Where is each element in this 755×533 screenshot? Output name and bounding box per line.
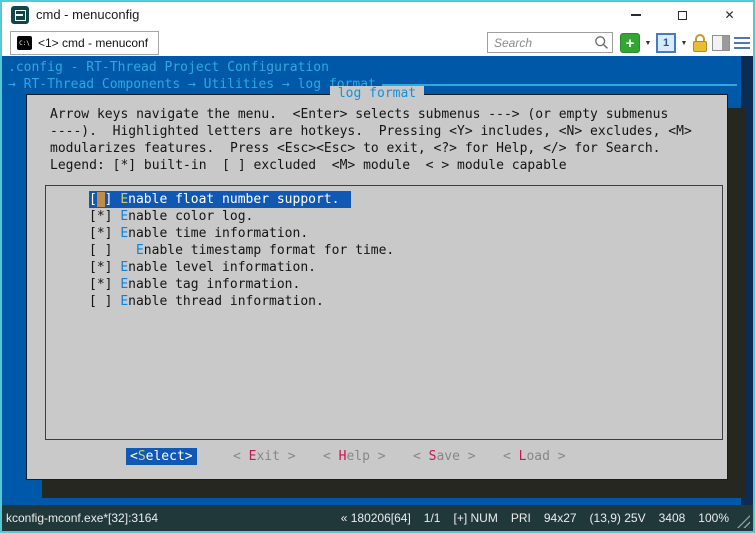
minimize-button[interactable] bbox=[612, 2, 659, 28]
minimize-icon bbox=[631, 14, 641, 16]
menu-item[interactable]: [*] Enable tag information. bbox=[46, 276, 722, 293]
exit-button[interactable]: < Exit > bbox=[229, 448, 300, 465]
help-line: Legend: [*] built-in [ ] excluded <M> mo… bbox=[50, 157, 692, 174]
title-bar: cmd - menuconfig ✕ bbox=[2, 2, 753, 28]
new-console-button[interactable]: + bbox=[620, 33, 640, 53]
dialog-title: log format bbox=[330, 86, 424, 101]
status-item: (13,9) 25V bbox=[590, 511, 646, 525]
close-button[interactable]: ✕ bbox=[706, 2, 753, 28]
status-process: kconfig-mconf.exe*[32]:3164 bbox=[2, 511, 158, 525]
new-console-dropdown-icon[interactable]: ▼ bbox=[644, 40, 652, 47]
menu-item[interactable]: [ ] Enable timestamp format for time. bbox=[46, 242, 722, 259]
menu-item[interactable]: [ ] Enable thread information. bbox=[46, 293, 722, 310]
menu-item[interactable]: [*] Enable color log. bbox=[46, 208, 722, 225]
menu-button[interactable] bbox=[734, 37, 750, 49]
status-item: 100% bbox=[698, 511, 729, 525]
console-tab[interactable]: C:\ <1> cmd - menuconf bbox=[10, 31, 159, 55]
menu-item[interactable]: [*] Enable time information. bbox=[46, 225, 722, 242]
status-right: « 180206[64] 1/1 [+] NUM PRI 94x27 (13,9) 25V… bbox=[341, 505, 729, 531]
menuconfig-dialog: log format Arrow keys navigate the menu.… bbox=[26, 94, 728, 480]
conemu-window: cmd - menuconfig ✕ C:\ <1> cmd - menucon… bbox=[0, 0, 755, 533]
status-item: PRI bbox=[511, 511, 531, 525]
panes-button[interactable] bbox=[712, 35, 730, 51]
conemu-app-icon bbox=[11, 6, 29, 24]
help-line: Arrow keys navigate the menu. <Enter> se… bbox=[50, 106, 692, 123]
dialog-help: Arrow keys navigate the menu. <Enter> se… bbox=[50, 106, 692, 174]
cmd-icon: C:\ bbox=[17, 36, 32, 50]
window-title: cmd - menuconfig bbox=[36, 2, 139, 28]
dialog-shadow-right bbox=[728, 108, 746, 498]
menu-list: [ ] Enable float number support.[*] Enab… bbox=[45, 185, 723, 440]
tab-bar: C:\ <1> cmd - menuconf Search + ▼ 1 ▼ bbox=[2, 28, 753, 56]
active-console-button[interactable]: 1 bbox=[656, 33, 676, 53]
menu-item[interactable]: [*] Enable level information. bbox=[46, 259, 722, 276]
lock-icon[interactable] bbox=[692, 33, 708, 53]
status-item: 1/1 bbox=[424, 511, 441, 525]
status-bar: kconfig-mconf.exe*[32]:3164 « 180206[64]… bbox=[2, 505, 753, 531]
menu-item[interactable]: [ ] Enable float number support. bbox=[46, 191, 722, 208]
save-button[interactable]: < Save > bbox=[409, 448, 480, 465]
conemu-app-icon-bar bbox=[15, 14, 23, 16]
load-button[interactable]: < Load > bbox=[499, 448, 570, 465]
status-item: [+] NUM bbox=[453, 511, 497, 525]
panes-icon bbox=[722, 36, 729, 50]
maximize-button[interactable] bbox=[659, 2, 706, 28]
console-list-dropdown-icon[interactable]: ▼ bbox=[680, 40, 688, 47]
status-item: 94x27 bbox=[544, 511, 577, 525]
config-header: .config - RT-Thread Project Configuratio… bbox=[8, 59, 329, 76]
search-box[interactable]: Search bbox=[487, 32, 613, 53]
help-line: modularizes features. Press <Esc><Esc> t… bbox=[50, 140, 692, 157]
select-button[interactable]: <Select> bbox=[126, 448, 197, 465]
tab-label: <1> cmd - menuconf bbox=[38, 36, 148, 50]
dialog-shadow-bottom bbox=[42, 480, 746, 498]
search-input[interactable]: Search bbox=[494, 36, 594, 50]
status-item: « 180206[64] bbox=[341, 511, 411, 525]
window-controls: ✕ bbox=[612, 2, 753, 28]
console-area: .config - RT-Thread Project Configuratio… bbox=[2, 56, 753, 505]
lock-body bbox=[693, 41, 707, 52]
maximize-icon bbox=[678, 11, 687, 20]
search-icon bbox=[594, 35, 609, 50]
resize-grip[interactable] bbox=[737, 515, 750, 528]
toolbar: + ▼ 1 ▼ bbox=[620, 32, 750, 54]
help-line: ----). Highlighted letters are hotkeys. … bbox=[50, 123, 692, 140]
help-button[interactable]: < Help > bbox=[319, 448, 390, 465]
status-item: 3408 bbox=[659, 511, 686, 525]
dialog-title-row: log format bbox=[27, 85, 727, 102]
dialog-buttons: <Select> < Exit > < Help > < Save > < Load > bbox=[27, 448, 727, 466]
